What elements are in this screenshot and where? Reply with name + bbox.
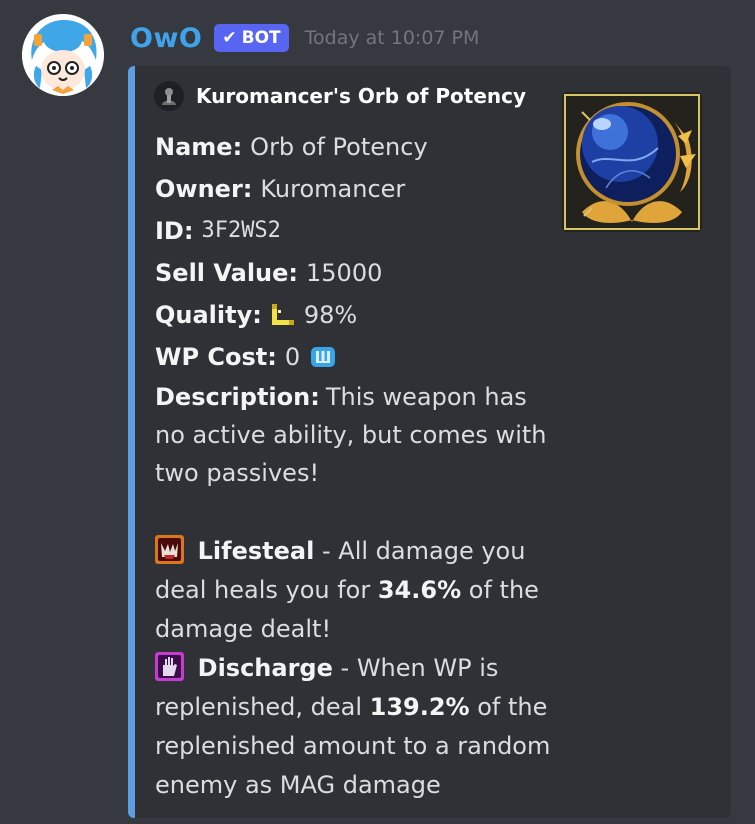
passives-list: Lifesteal - All damage you deal heals yo…: [155, 532, 575, 805]
sell-value: 15000: [306, 259, 383, 287]
owner-value: Kuromancer: [260, 175, 406, 203]
wp-cost-field: WP Cost: 0: [155, 336, 575, 378]
passive-name: Lifesteal: [197, 537, 315, 565]
message-header: OwO ✔ BOT Today at 10:07 PM: [130, 18, 479, 58]
id-label: ID:: [155, 217, 194, 245]
wp-cost-label: WP Cost:: [155, 343, 277, 371]
orb-icon: [562, 92, 702, 232]
embed-author-name[interactable]: Kuromancer's Orb of Potency: [196, 84, 526, 108]
discharge-icon: [155, 652, 184, 681]
weapon-embed: Kuromancer's Orb of Potency Name: Orb of…: [128, 66, 731, 818]
bot-tag-label: BOT: [241, 28, 281, 48]
id-value: 3F2WS2: [201, 218, 281, 243]
weapon-fields: Name: Orb of Potency Owner: Kuromancer I…: [155, 126, 575, 492]
embed-author: Kuromancer's Orb of Potency: [154, 81, 526, 111]
owner-label: Owner:: [155, 175, 253, 203]
name-label: Name:: [155, 133, 243, 161]
orb-thumbnail[interactable]: [562, 92, 702, 232]
passive-item: Discharge - When WP is replenished, deal…: [155, 649, 575, 805]
message-timestamp[interactable]: Today at 10:07 PM: [305, 27, 480, 49]
description-label: Description:: [155, 383, 320, 411]
chat-message: OwO ✔ BOT Today at 10:07 PM Kuromancer's…: [0, 0, 755, 824]
passive-percent: 139.2%: [369, 693, 470, 721]
passive-percent: 34.6%: [377, 576, 462, 604]
embed-author-avatar-icon: [154, 81, 184, 111]
passive-item: Lifesteal - All damage you deal heals yo…: [155, 532, 575, 649]
quality-field: Quality: 98%: [155, 294, 575, 336]
owner-field: Owner: Kuromancer: [155, 168, 575, 210]
wp-cost-value: 0: [284, 343, 301, 371]
quality-value: 98%: [303, 301, 358, 329]
sell-value-label: Sell Value:: [155, 259, 299, 287]
bot-tag: ✔ BOT: [214, 24, 289, 52]
quality-label: Quality:: [155, 301, 262, 329]
legendary-quality-icon: [270, 302, 296, 328]
bot-avatar[interactable]: [22, 14, 104, 96]
weapon-points-icon: [310, 344, 336, 370]
username[interactable]: OwO: [130, 23, 202, 54]
description-field: Description: This weapon has no active ab…: [155, 378, 555, 492]
name-value: Orb of Potency: [250, 133, 428, 161]
passive-separator: -: [340, 654, 350, 682]
sell-value-field: Sell Value: 15000: [155, 252, 575, 294]
verified-check-icon: ✔: [222, 28, 237, 48]
owo-avatar-icon: [22, 14, 104, 96]
passive-separator: -: [321, 537, 331, 565]
passive-name: Discharge: [197, 654, 333, 682]
lifesteal-icon: [155, 535, 184, 564]
id-field: ID: 3F2WS2: [155, 210, 575, 252]
name-field: Name: Orb of Potency: [155, 126, 575, 168]
